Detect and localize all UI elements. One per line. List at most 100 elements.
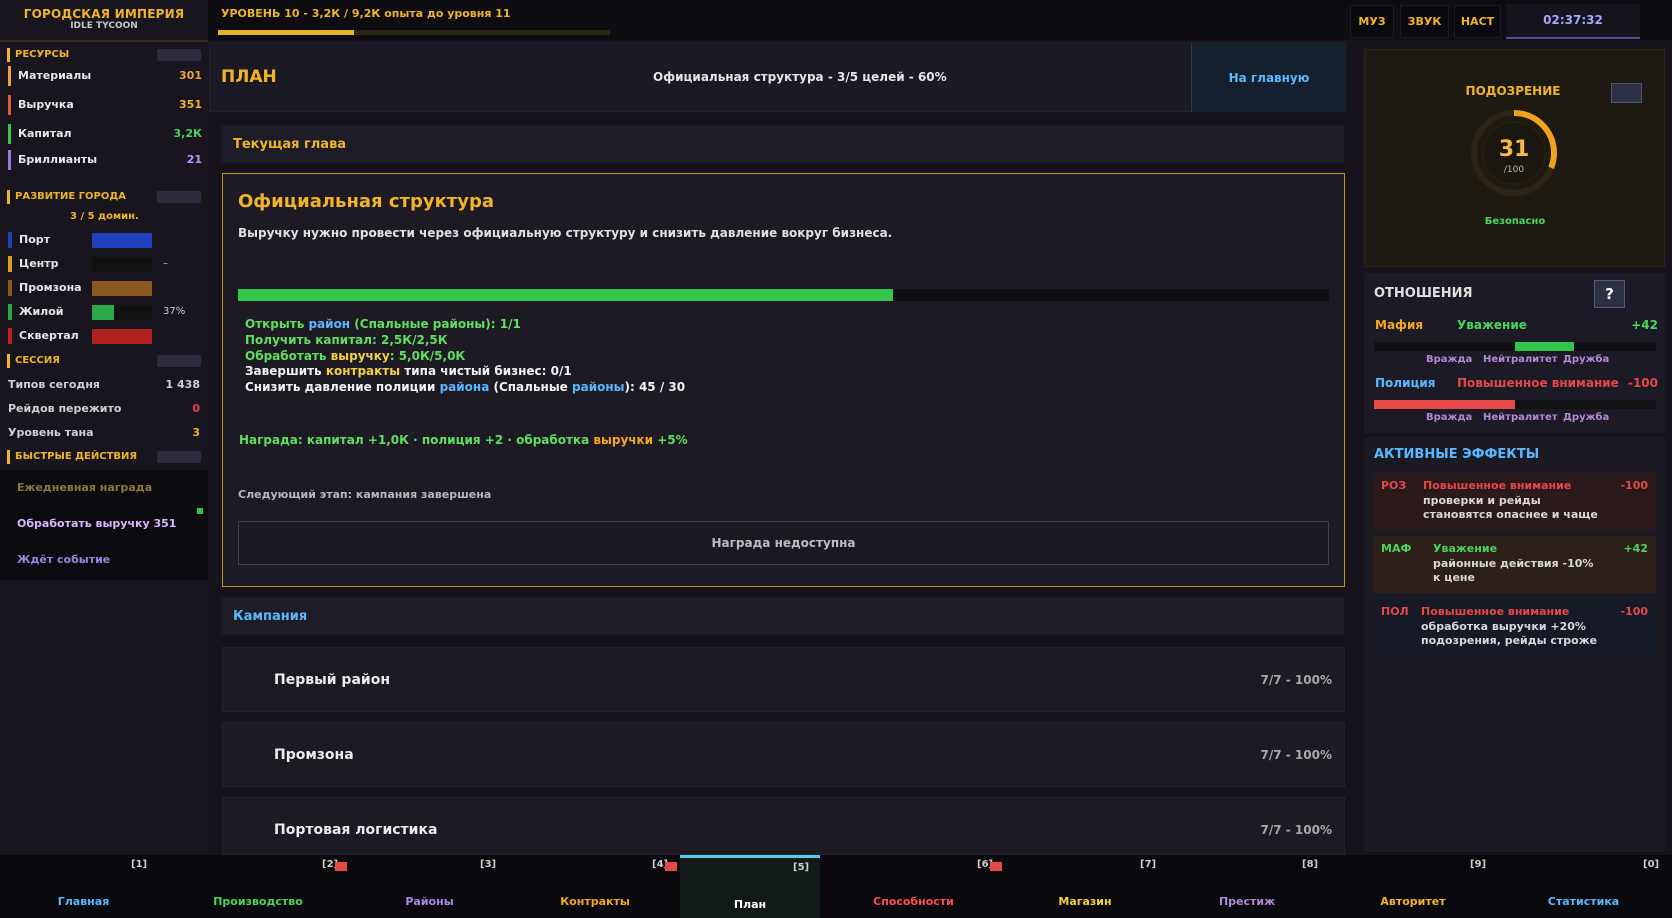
- nav-tab-8[interactable]: [8] Престиж: [1163, 855, 1331, 918]
- nav-tab-6[interactable]: [6] Способности: [820, 855, 1007, 918]
- session-value: 1 438: [165, 378, 200, 391]
- effect-line: районные действия -10%: [1433, 557, 1594, 570]
- effect-line: к цене: [1433, 571, 1475, 584]
- city-summary: 3 / 5 домин.: [70, 211, 139, 222]
- nav-tab-10[interactable]: [0] Статистика: [1495, 855, 1672, 918]
- nav-label: Авторитет: [1380, 895, 1446, 908]
- section-session[interactable]: СЕССИЯ: [7, 354, 201, 368]
- resource-label: Капитал: [18, 127, 72, 140]
- district-label: Промзона: [19, 281, 82, 294]
- session-row: Уровень тана 3: [8, 425, 200, 441]
- resource-row: Бриллианты 21: [8, 150, 202, 170]
- nav-tab-3[interactable]: [3] Районы: [349, 855, 510, 918]
- nav-key: [1]: [131, 859, 148, 870]
- nav-tab-1[interactable]: [1] Главная: [0, 855, 167, 918]
- faction-scale-label: Вражда: [1426, 354, 1473, 365]
- campaign-item[interactable]: Портовая логистика 7/7 - 100%: [222, 797, 1345, 855]
- effect-card: РОЗ Повышенное внимание -100 проверки и рей…: [1373, 473, 1656, 530]
- suspicion-toggle[interactable]: [1611, 83, 1642, 103]
- nav-label: Способности: [873, 895, 954, 908]
- collapse-toggle[interactable]: [157, 191, 201, 203]
- alert-icon: [990, 862, 1002, 871]
- district-row[interactable]: Сквертал: [8, 328, 202, 344]
- relations-title: ОТНОШЕНИЯ: [1374, 286, 1473, 301]
- nav-label: Районы: [405, 895, 454, 908]
- resource-label: Бриллианты: [18, 153, 98, 166]
- faction-scale-label: Вражда: [1426, 412, 1473, 423]
- session-label: Типов сегодня: [8, 378, 100, 391]
- clock: 02:37:32: [1506, 4, 1640, 39]
- section-resources[interactable]: РЕСУРСЫ: [7, 48, 201, 62]
- nav-tab-7[interactable]: [7] Магазин: [1007, 855, 1163, 918]
- nav-key: [7]: [1140, 859, 1157, 870]
- alert-icon: [665, 862, 677, 871]
- collapse-toggle[interactable]: [157, 49, 201, 61]
- campaign-item[interactable]: Первый район 7/7 - 100%: [222, 647, 1345, 712]
- help-button[interactable]: ?: [1594, 280, 1625, 308]
- quick-action[interactable]: Обработать выручку 351: [17, 517, 176, 530]
- session-row: Рейдов пережито 0: [8, 401, 200, 417]
- collapse-toggle[interactable]: [157, 451, 201, 463]
- suspicion-status: Безопасно: [1484, 216, 1546, 227]
- faction-track: [1374, 400, 1656, 409]
- nav-tab-5[interactable]: [5] План: [680, 855, 820, 918]
- effect-name: Повышенное внимание: [1423, 479, 1572, 492]
- district-row[interactable]: Жилой 37%: [8, 304, 202, 320]
- goal-item: Завершить контракты типа чистый бизнес: …: [245, 364, 572, 378]
- resource-label: Материалы: [18, 69, 92, 82]
- district-label: Сквертал: [19, 329, 79, 342]
- ready-indicator: [197, 508, 203, 514]
- district-bar-fill: [92, 281, 152, 296]
- effect-line: становятся опаснее и чаще: [1423, 508, 1598, 521]
- nav-label: Производство: [213, 895, 303, 908]
- nav-label: Престиж: [1218, 895, 1276, 908]
- level-text: УРОВЕНЬ 10 - 3,2К / 9,2К опыта до уровня…: [221, 7, 511, 20]
- effect-card: МАФ Уважение +42 районные действия -10% к це…: [1373, 536, 1656, 593]
- district-row[interactable]: Центр –: [8, 256, 202, 272]
- goal-item: Снизить давление полиции района (Спальны…: [245, 380, 686, 394]
- nav-tab-9[interactable]: [9] Авторитет: [1331, 855, 1495, 918]
- goal-item: Обработать выручку: 5,0К/5,0К: [245, 349, 466, 363]
- quick-action[interactable]: Ежедневная награда: [17, 481, 152, 494]
- district-bar: [92, 257, 152, 272]
- quick-action[interactable]: Ждёт событие: [17, 553, 110, 566]
- nav-tab-2[interactable]: [2] Производство: [167, 855, 349, 918]
- page-title: ПЛАН: [221, 67, 277, 87]
- chapter-description: Выручку нужно провести через официальную…: [238, 226, 893, 240]
- reward-text: Награда: капитал +1,0К · полиция +2 · об…: [239, 433, 688, 447]
- district-label: Центр: [19, 257, 59, 270]
- resource-row: Капитал 3,2К: [8, 124, 202, 144]
- chapter-title: Официальная структура: [238, 191, 494, 212]
- district-bar-fill: [92, 305, 115, 320]
- home-button[interactable]: На главную: [1191, 44, 1346, 112]
- nav-key: [8]: [1302, 859, 1319, 870]
- session-row: Типов сегодня 1 438: [8, 377, 200, 393]
- claim-reward-button[interactable]: Награда недоступна: [238, 521, 1329, 565]
- district-percent: –: [163, 258, 168, 269]
- campaign-item[interactable]: Промзона 7/7 - 100%: [222, 722, 1345, 787]
- faction-name: Полиция: [1375, 376, 1436, 390]
- nav-label: Магазин: [1058, 895, 1112, 908]
- nav-label: Контракты: [560, 895, 630, 908]
- current-chapter-label: Текущая глава: [233, 137, 347, 152]
- campaign-bar: [221, 597, 1344, 635]
- district-bar: [92, 233, 152, 248]
- effect-line: подозрения, рейды строже: [1421, 634, 1598, 647]
- collapse-toggle[interactable]: [157, 355, 201, 367]
- faction-value: -100: [1627, 376, 1658, 390]
- section-quick-actions[interactable]: БЫСТРЫЕ ДЕЙСТВИЯ: [7, 450, 201, 464]
- settings-button[interactable]: НАСТ: [1454, 5, 1501, 38]
- nav-tab-4[interactable]: [4] Контракты: [510, 855, 680, 918]
- music-button[interactable]: МУЗ: [1350, 5, 1394, 38]
- district-row[interactable]: Промзона: [8, 280, 202, 296]
- goal-item: Открыть район (Спальные районы): 1/1: [245, 317, 521, 331]
- nav-label: Статистика: [1547, 895, 1620, 908]
- nav-key: [0]: [1643, 859, 1660, 870]
- faction-scale-label: Нейтралитет: [1483, 412, 1558, 423]
- effect-card: ПОЛ Повышенное внимание -100 обработка выру…: [1373, 599, 1656, 656]
- resource-value: 351: [179, 98, 202, 111]
- effect-tag: РОЗ: [1381, 479, 1407, 492]
- sound-button[interactable]: ЗВУК: [1400, 5, 1449, 38]
- district-row[interactable]: Порт: [8, 232, 202, 248]
- section-city[interactable]: РАЗВИТИЕ ГОРОДА: [7, 190, 201, 204]
